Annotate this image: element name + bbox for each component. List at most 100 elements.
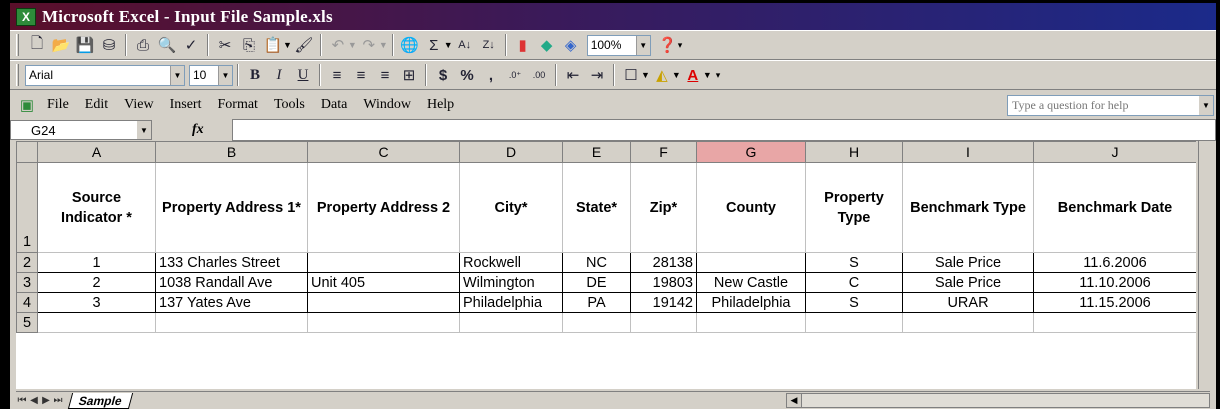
toolbar-grip[interactable] (16, 34, 19, 56)
print-icon[interactable]: ⎙ (132, 34, 154, 56)
cell[interactable]: C (805, 272, 903, 293)
vertical-scrollbar[interactable] (1198, 141, 1214, 389)
bold-icon[interactable]: B (244, 64, 266, 86)
cell-header[interactable]: County (696, 162, 806, 253)
cell-header[interactable]: Benchmark Date (1033, 162, 1196, 253)
cell[interactable] (37, 312, 156, 333)
cell[interactable]: URAR (902, 292, 1034, 313)
column-header-g[interactable]: G (696, 141, 806, 163)
cell[interactable]: Philadelphia (459, 292, 563, 313)
align-center-icon[interactable]: ≡ (350, 64, 372, 86)
new-icon[interactable]: 🗋 (26, 34, 48, 56)
cell[interactable]: 1 (37, 252, 156, 273)
cell[interactable]: Philadelphia (696, 292, 806, 313)
menu-help[interactable]: Help (419, 97, 462, 113)
cell[interactable]: 19142 (630, 292, 697, 313)
chevron-down-icon[interactable]: ▼ (218, 65, 232, 85)
print-preview-icon[interactable]: 🔍 (156, 34, 178, 56)
menu-insert[interactable]: Insert (162, 97, 210, 113)
research-icon[interactable]: ◈ (560, 34, 582, 56)
cell[interactable] (307, 252, 460, 273)
horizontal-scrollbar[interactable]: ◀ (786, 393, 1210, 408)
cell-header[interactable]: City* (459, 162, 563, 253)
cell[interactable] (155, 312, 308, 333)
column-header-e[interactable]: E (562, 141, 631, 163)
currency-icon[interactable]: $ (432, 64, 454, 86)
cell-header[interactable]: Zip* (630, 162, 697, 253)
cell[interactable] (1033, 312, 1196, 333)
cell[interactable] (902, 312, 1034, 333)
cell[interactable]: 3 (37, 292, 156, 313)
paste-dropdown-icon[interactable]: ▼ (283, 40, 292, 50)
cell[interactable]: 2 (37, 272, 156, 293)
cell[interactable]: NC (562, 252, 631, 273)
drawing-icon[interactable]: ◆ (536, 34, 558, 56)
cell[interactable] (307, 292, 460, 313)
fill-color-dropdown-icon[interactable]: ▼ (672, 70, 681, 80)
borders-dropdown-icon[interactable]: ▼ (641, 70, 650, 80)
cell-header[interactable]: Property Address 2 (307, 162, 460, 253)
help-icon[interactable]: ❓ (657, 34, 679, 56)
menu-edit[interactable]: Edit (77, 97, 116, 113)
cell[interactable]: 28138 (630, 252, 697, 273)
cell[interactable]: 19803 (630, 272, 697, 293)
menu-view[interactable]: View (116, 97, 161, 113)
chevron-down-icon[interactable]: ▼ (1199, 96, 1213, 115)
next-sheet-icon[interactable]: ▶ (40, 395, 52, 406)
cell[interactable] (805, 312, 903, 333)
font-color-dropdown-icon[interactable]: ▼ (703, 70, 712, 80)
open-icon[interactable]: 📂 (50, 34, 72, 56)
save-icon[interactable]: 💾 (74, 34, 96, 56)
column-header-i[interactable]: I (902, 141, 1034, 163)
cell[interactable]: DE (562, 272, 631, 293)
hyperlink-icon[interactable]: 🌐 (399, 34, 421, 56)
cell[interactable]: Sale Price (902, 272, 1034, 293)
menu-window[interactable]: Window (355, 97, 419, 113)
decrease-indent-icon[interactable]: ⇤ (562, 64, 584, 86)
paste-icon[interactable]: 📋 (262, 34, 284, 56)
spelling-icon[interactable]: ✓ (180, 34, 202, 56)
comma-icon[interactable]: , (480, 64, 502, 86)
cell[interactable]: 11.15.2006 (1033, 292, 1196, 313)
cell[interactable]: 1038 Randall Ave (155, 272, 308, 293)
format-painter-icon[interactable]: 🖌 (293, 34, 315, 56)
menu-tools[interactable]: Tools (266, 97, 313, 113)
row-header[interactable]: 5 (16, 312, 38, 333)
toolbar-grip[interactable] (16, 64, 19, 86)
cell[interactable]: Sale Price (902, 252, 1034, 273)
percent-icon[interactable]: % (456, 64, 478, 86)
chevron-down-icon[interactable]: ▼ (170, 65, 184, 85)
prev-sheet-icon[interactable]: ◀ (28, 395, 40, 406)
cell-header[interactable]: Source Indicator * (37, 162, 156, 253)
cell[interactable] (307, 312, 460, 333)
font-size-select[interactable]: 10 ▼ (189, 64, 233, 86)
formula-input[interactable] (232, 119, 1216, 141)
menu-format[interactable]: Format (210, 97, 266, 113)
decrease-decimal-icon[interactable]: .00 (528, 64, 550, 86)
last-sheet-icon[interactable]: ⏭ (52, 395, 64, 406)
chart-wizard-icon[interactable]: ▮ (512, 34, 534, 56)
redo-dropdown-icon[interactable]: ▼ (379, 40, 388, 50)
row-header[interactable]: 1 (16, 162, 38, 253)
cell[interactable]: Wilmington (459, 272, 563, 293)
autosum-icon[interactable]: Σ (423, 34, 445, 56)
cell[interactable] (696, 252, 806, 273)
merge-center-icon[interactable]: ⊞ (398, 64, 420, 86)
cell[interactable]: S (805, 252, 903, 273)
increase-decimal-icon[interactable]: .0⁺ (504, 64, 526, 86)
menu-file[interactable]: File (39, 97, 77, 113)
select-all-corner[interactable] (16, 141, 38, 163)
column-header-c[interactable]: C (307, 141, 460, 163)
align-right-icon[interactable]: ≡ (374, 64, 396, 86)
row-header[interactable]: 4 (16, 292, 38, 313)
function-icon[interactable]: fx (192, 122, 204, 138)
permission-icon[interactable]: ⛁ (98, 34, 120, 56)
sort-descending-icon[interactable]: Z↓ (478, 34, 500, 56)
row-header[interactable]: 2 (16, 252, 38, 273)
name-box[interactable]: G24 ▼ (10, 120, 152, 140)
column-header-j[interactable]: J (1033, 141, 1196, 163)
undo-icon[interactable]: ↶ (327, 34, 349, 56)
undo-dropdown-icon[interactable]: ▼ (348, 40, 357, 50)
cell[interactable]: PA (562, 292, 631, 313)
cell[interactable]: Unit 405 (307, 272, 460, 293)
